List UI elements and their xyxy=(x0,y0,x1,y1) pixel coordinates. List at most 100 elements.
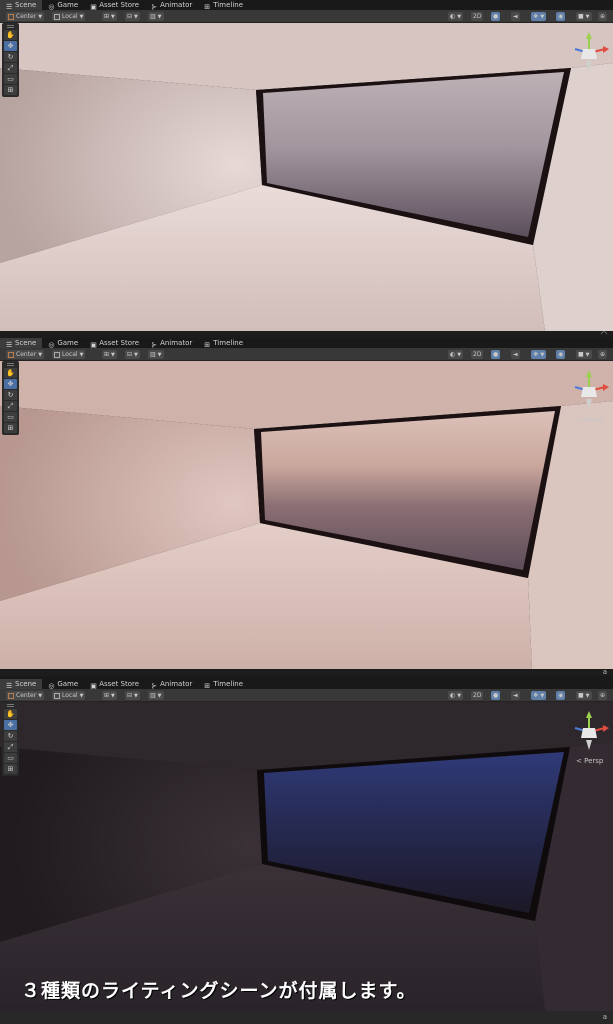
hand-tool[interactable]: ✋ xyxy=(4,709,17,719)
camera-dropdown[interactable]: ■ ▼ xyxy=(576,691,592,700)
audio-toggle[interactable]: ◄ xyxy=(511,12,520,21)
speaker-icon: ◄ xyxy=(513,692,518,699)
tab-asset-store[interactable]: ▣ Asset Store xyxy=(84,679,145,690)
grid-visibility-button[interactable]: ▥ ▼ xyxy=(148,12,164,21)
tab-timeline[interactable]: ⊞ Timeline xyxy=(198,0,249,11)
panel-separator: ◠ xyxy=(0,331,613,338)
tab-animator[interactable]: ⊱ Animator xyxy=(145,679,198,690)
eye-icon: ◉ xyxy=(558,13,564,20)
effects-icon: ❖ xyxy=(533,351,539,358)
animator-icon: ⊱ xyxy=(151,2,157,11)
orientation-gizmo[interactable] xyxy=(567,369,611,413)
effects-icon: ❖ xyxy=(533,692,539,699)
gizmos-button[interactable]: ⊕ xyxy=(598,691,608,700)
hand-tool[interactable]: ✋ xyxy=(4,30,17,40)
move-tool[interactable]: ✥ xyxy=(4,41,17,51)
scene-viewport[interactable]: ✋ ✥ ↻ ⤢ ▭ ⊞ xyxy=(0,23,613,331)
rotate-tool[interactable]: ↻ xyxy=(4,52,17,62)
lighting-toggle[interactable]: ● xyxy=(491,691,501,700)
scene-panel-night: ☰ Scene ◎ Game ▣ Asset Store ⊱ Animator ⊞ Tim… xyxy=(0,679,613,1011)
globe-icon: ⊕ xyxy=(600,351,606,358)
grid-snap-button[interactable]: ⊞ ▼ xyxy=(102,691,117,700)
draw-mode-dropdown[interactable]: ◐ ▼ xyxy=(448,350,464,359)
rotate-tool[interactable]: ↻ xyxy=(4,390,17,400)
scale-tool[interactable]: ⤢ xyxy=(4,63,17,73)
rotate-tool[interactable]: ↻ xyxy=(4,731,17,741)
scene-icon: ☰ xyxy=(6,681,13,690)
hidden-objects-toggle[interactable]: ◉ xyxy=(556,12,566,21)
scale-tool[interactable]: ⤢ xyxy=(4,742,17,752)
grid-visibility-button[interactable]: ▥ ▼ xyxy=(148,691,164,700)
rect-tool[interactable]: ▭ xyxy=(4,412,17,422)
tab-asset-store[interactable]: ▣ Asset Store xyxy=(84,338,145,349)
tab-scene[interactable]: ☰ Scene xyxy=(0,679,43,690)
rect-tool[interactable]: ▭ xyxy=(4,753,17,763)
tab-timeline[interactable]: ⊞ Timeline xyxy=(198,679,249,690)
hidden-objects-toggle[interactable]: ◉ xyxy=(556,691,566,700)
effects-dropdown[interactable]: ❖ ▼ xyxy=(531,691,547,700)
bulb-icon: ● xyxy=(493,351,499,358)
bulb-icon: ● xyxy=(493,13,499,20)
tab-game[interactable]: ◎ Game xyxy=(42,338,84,349)
orientation-gizmo[interactable] xyxy=(567,710,611,754)
hand-tool[interactable]: ✋ xyxy=(4,368,17,378)
tab-animator[interactable]: ⊱ Animator xyxy=(145,0,198,11)
space-dropdown[interactable]: Local ▼ xyxy=(52,12,86,21)
2d-toggle[interactable]: 2D xyxy=(471,691,484,700)
scale-tool[interactable]: ⤢ xyxy=(4,401,17,411)
tab-timeline[interactable]: ⊞ Timeline xyxy=(198,338,249,349)
grid-visibility-button[interactable]: ▥ ▼ xyxy=(148,350,164,359)
move-tool[interactable]: ✥ xyxy=(4,379,17,389)
scene-viewport[interactable]: ✋ ✥ ↻ ⤢ ▭ ⊞ < Persp xyxy=(0,702,613,1011)
globe-icon: ⊕ xyxy=(600,692,606,699)
tab-scene[interactable]: ☰ Scene xyxy=(0,0,43,11)
effects-dropdown[interactable]: ❖ ▼ xyxy=(531,350,547,359)
tab-scene[interactable]: ☰ Scene xyxy=(0,338,43,349)
tab-game[interactable]: ◎ Game xyxy=(42,0,84,11)
tab-game[interactable]: ◎ Game xyxy=(42,679,84,690)
pivot-dropdown[interactable]: Center ▼ xyxy=(6,12,45,21)
hidden-objects-toggle[interactable]: ◉ xyxy=(556,350,566,359)
animator-icon: ⊱ xyxy=(151,340,157,349)
game-icon: ◎ xyxy=(48,2,55,11)
camera-dropdown[interactable]: ■ ▼ xyxy=(576,12,592,21)
scene-icon: ☰ xyxy=(6,2,13,11)
camera-dropdown[interactable]: ■ ▼ xyxy=(576,350,592,359)
scene-viewport[interactable]: ✋ ✥ ↻ ⤢ ▭ ⊞ < Persp xyxy=(0,361,613,669)
scene-toolbar: Center ▼ Local ▼ ⊞ ▼ ⊟ ▼ ▥ ▼ ◐ ▼ 2D ● ◄ ❖ ▼ ◉ ■… xyxy=(0,10,613,23)
snap-increment-button[interactable]: ⊟ ▼ xyxy=(125,12,140,21)
snap-increment-button[interactable]: ⊟ ▼ xyxy=(125,350,140,359)
persp-label[interactable]: < Persp xyxy=(576,757,603,765)
gizmos-button[interactable]: ⊕ xyxy=(598,350,608,359)
2d-toggle[interactable]: 2D xyxy=(471,350,484,359)
orientation-gizmo[interactable] xyxy=(567,31,611,75)
effects-dropdown[interactable]: ❖ ▼ xyxy=(531,12,547,21)
transform-tool[interactable]: ⊞ xyxy=(4,764,17,774)
draw-mode-dropdown[interactable]: ◐ ▼ xyxy=(448,12,464,21)
caption-text: ３種類のライティングシーンが付属します。 xyxy=(21,980,417,1002)
globe-icon: ⊕ xyxy=(600,13,606,20)
audio-toggle[interactable]: ◄ xyxy=(511,350,520,359)
tool-palette: ✋ ✥ ↻ ⤢ ▭ ⊞ xyxy=(2,702,19,776)
lighting-toggle[interactable]: ● xyxy=(491,12,501,21)
grid-snap-button[interactable]: ⊞ ▼ xyxy=(102,350,117,359)
move-tool[interactable]: ✥ xyxy=(4,720,17,730)
space-dropdown[interactable]: Local ▼ xyxy=(52,691,86,700)
tab-asset-store[interactable]: ▣ Asset Store xyxy=(84,0,145,11)
pivot-dropdown[interactable]: Center ▼ xyxy=(6,350,45,359)
grid-snap-button[interactable]: ⊞ ▼ xyxy=(102,12,117,21)
pivot-dropdown[interactable]: Center ▼ xyxy=(6,691,45,700)
audio-toggle[interactable]: ◄ xyxy=(511,691,520,700)
tab-animator[interactable]: ⊱ Animator xyxy=(145,338,198,349)
gizmos-button[interactable]: ⊕ xyxy=(598,12,608,21)
snap-increment-button[interactable]: ⊟ ▼ xyxy=(125,691,140,700)
room-render xyxy=(0,23,613,331)
persp-label[interactable]: < Persp xyxy=(576,416,603,424)
rect-tool[interactable]: ▭ xyxy=(4,74,17,84)
transform-tool[interactable]: ⊞ xyxy=(4,423,17,433)
space-dropdown[interactable]: Local ▼ xyxy=(52,350,86,359)
lighting-toggle[interactable]: ● xyxy=(491,350,501,359)
2d-toggle[interactable]: 2D xyxy=(471,12,484,21)
draw-mode-dropdown[interactable]: ◐ ▼ xyxy=(448,691,464,700)
transform-tool[interactable]: ⊞ xyxy=(4,85,17,95)
